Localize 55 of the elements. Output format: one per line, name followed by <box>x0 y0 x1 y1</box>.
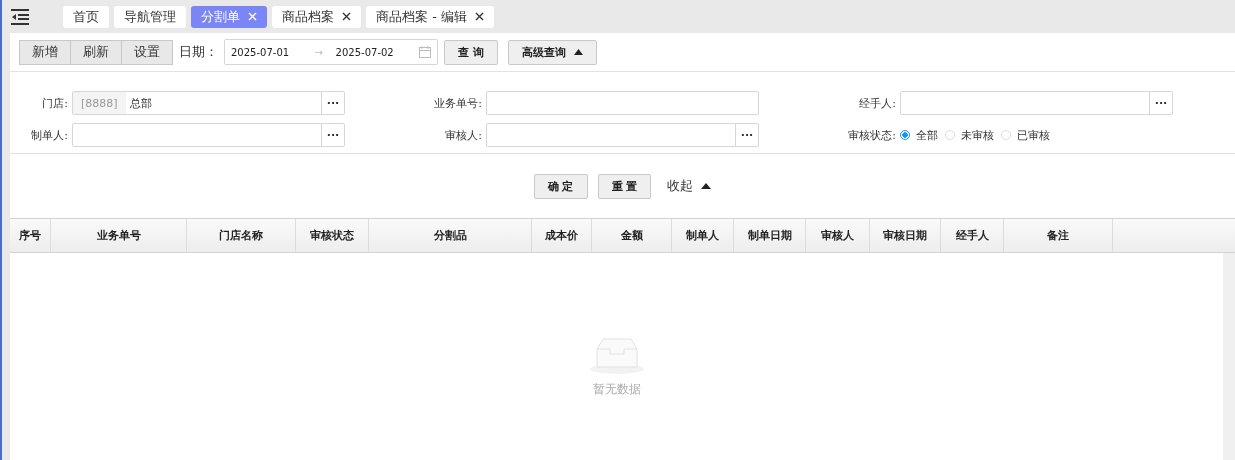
field-label: 经手人: <box>858 95 896 111</box>
toolbar-button[interactable]: 刷新 <box>70 39 122 65</box>
column-header: 制单日期 <box>734 219 806 252</box>
column-header: 成本价 <box>532 219 592 252</box>
field-value: 总部 <box>128 95 152 111</box>
radio-button[interactable] <box>900 130 910 140</box>
radio-option[interactable]: 未审核 <box>945 127 994 143</box>
query-button[interactable]: 查 询 <box>444 39 498 65</box>
ellipsis-button[interactable]: ··· <box>735 124 758 146</box>
empty-message: 暂无数据 <box>592 381 641 398</box>
column-header: 金额 <box>592 219 672 252</box>
column-header: 经手人 <box>941 219 1004 252</box>
calendar-icon <box>419 46 431 58</box>
store-code: [8888] <box>73 92 126 114</box>
lookup-field[interactable]: ··· <box>486 123 759 147</box>
field-label: 审核人: <box>444 127 482 143</box>
column-header: 制单人 <box>672 219 734 252</box>
toolbar-button[interactable]: 新增 <box>19 39 71 65</box>
field-label: 制单人: <box>30 127 68 143</box>
lookup-field[interactable]: [8888] 总部 ··· <box>72 91 345 115</box>
tab[interactable]: 导航管理 <box>114 5 186 28</box>
column-header: 序号 <box>10 219 51 252</box>
tab[interactable]: 商品档案 <box>272 5 361 28</box>
date-label: 日期： <box>179 43 218 61</box>
date-range-field[interactable]: 2025-07-01 → 2025-07-02 <box>224 39 438 65</box>
column-header: 审核状态 <box>296 219 369 252</box>
confirm-button[interactable]: 确 定 <box>533 173 588 199</box>
input-field[interactable] <box>486 91 759 115</box>
close-icon[interactable] <box>342 12 351 21</box>
caret-icon <box>701 183 712 189</box>
field-label: 门店: <box>41 95 68 111</box>
reset-button[interactable]: 重 置 <box>597 173 652 199</box>
ellipsis-button[interactable]: ··· <box>321 92 344 114</box>
column-header: 备注 <box>1004 219 1113 252</box>
column-header: 审核日期 <box>870 219 941 252</box>
field-label: 业务单号: <box>433 95 482 111</box>
tab[interactable]: 商品档案 - 编辑 <box>366 5 494 28</box>
menu-icon[interactable] <box>10 8 30 25</box>
radio-option[interactable]: 已审核 <box>1001 127 1050 143</box>
empty-tray-icon <box>588 335 645 375</box>
field-label: 审核状态: <box>847 127 896 143</box>
column-header: 门店名称 <box>187 219 296 252</box>
collapse-link[interactable]: 收起 <box>667 177 712 195</box>
radio-option[interactable]: 全部 <box>900 127 938 143</box>
ellipsis-button[interactable]: ··· <box>321 124 344 146</box>
lookup-field[interactable]: ··· <box>900 91 1173 115</box>
column-header: 分割品 <box>369 219 532 252</box>
toolbar-button[interactable]: 设置 <box>121 39 173 65</box>
ellipsis-button[interactable]: ··· <box>1149 92 1172 114</box>
lookup-field[interactable]: ··· <box>72 123 345 147</box>
tab[interactable]: 首页 <box>63 5 109 28</box>
advanced-query-button[interactable]: 高级查询 <box>507 39 597 65</box>
column-header: 业务单号 <box>51 219 187 252</box>
column-header: 审核人 <box>806 219 870 252</box>
close-icon[interactable] <box>474 12 484 21</box>
